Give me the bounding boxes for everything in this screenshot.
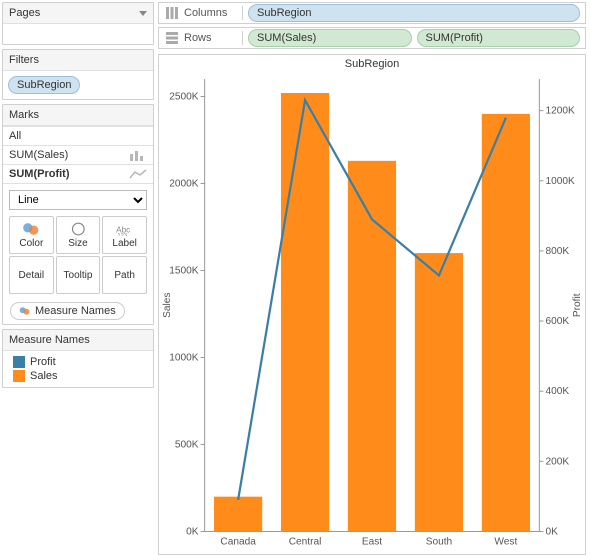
legend-item[interactable]: Profit	[7, 355, 149, 369]
filter-pill-subregion[interactable]: SubRegion	[8, 76, 80, 94]
marks-header[interactable]: Marks	[3, 105, 153, 126]
color-button[interactable]: Color	[9, 216, 54, 254]
label-icon: Abc123	[115, 222, 134, 236]
size-button[interactable]: Size	[56, 216, 101, 254]
svg-text:123: 123	[118, 233, 128, 236]
legend-header[interactable]: Measure Names	[3, 330, 153, 351]
path-button[interactable]: Path	[102, 256, 147, 294]
color-shelf-pill[interactable]: Measure Names	[10, 302, 125, 320]
svg-text:1000K: 1000K	[545, 176, 575, 187]
mark-type-select[interactable]: Line	[9, 190, 147, 210]
legend-label: Sales	[30, 370, 58, 382]
marks-all[interactable]: All	[3, 127, 153, 146]
svg-text:500K: 500K	[175, 440, 199, 451]
legend-body: Profit Sales	[3, 351, 153, 387]
svg-text:1000K: 1000K	[169, 353, 199, 364]
rows-pill-sales[interactable]: SUM(Sales)	[248, 29, 412, 47]
svg-text:Sales: Sales	[162, 293, 173, 318]
svg-text:Profit: Profit	[572, 293, 583, 317]
svg-text:2500K: 2500K	[169, 92, 199, 103]
svg-text:Central: Central	[289, 537, 322, 548]
svg-text:1200K: 1200K	[545, 106, 575, 117]
svg-text:Canada: Canada	[220, 537, 256, 548]
rows-pill-profit[interactable]: SUM(Profit)	[417, 29, 581, 47]
svg-text:400K: 400K	[545, 386, 569, 397]
svg-text:South: South	[426, 537, 452, 548]
pages-header[interactable]: Pages	[3, 3, 153, 24]
size-icon	[69, 222, 88, 236]
color-icon	[19, 306, 31, 316]
svg-text:0K: 0K	[545, 526, 558, 537]
pages-label: Pages	[9, 7, 40, 19]
bar-icon	[129, 149, 147, 161]
legend-swatch	[13, 370, 25, 382]
filters-header[interactable]: Filters	[3, 50, 153, 71]
legend-panel: Measure Names Profit Sales	[2, 329, 154, 388]
caret-down-icon	[139, 11, 147, 16]
svg-text:1500K: 1500K	[169, 266, 199, 277]
line-icon	[129, 168, 147, 180]
pages-panel: Pages	[2, 2, 154, 45]
color-icon	[22, 222, 41, 236]
legend-label: Profit	[30, 356, 56, 368]
svg-text:2000K: 2000K	[169, 179, 199, 190]
chart-plot: 0K 500K 1000K 1500K 2000K 2500K 0K 200K 400K 600K…	[159, 73, 585, 554]
filters-label: Filters	[9, 54, 39, 66]
chart-title: SubRegion	[159, 55, 585, 73]
tooltip-button[interactable]: Tooltip	[56, 256, 101, 294]
detail-button[interactable]: Detail	[9, 256, 54, 294]
marks-profit[interactable]: SUM(Profit)	[3, 165, 153, 184]
label-button[interactable]: Abc123 Label	[102, 216, 147, 254]
columns-pill-subregion[interactable]: SubRegion	[248, 4, 580, 22]
svg-text:800K: 800K	[545, 246, 569, 257]
svg-text:200K: 200K	[545, 456, 569, 467]
columns-shelf[interactable]: Columns SubRegion	[158, 2, 586, 24]
legend-swatch	[13, 356, 25, 368]
legend-item[interactable]: Sales	[7, 369, 149, 383]
svg-text:East: East	[362, 537, 382, 548]
marks-panel: Marks All SUM(Sales) SUM(Profit) Line Co	[2, 104, 154, 325]
filters-panel: Filters SubRegion	[2, 49, 154, 100]
rows-shelf[interactable]: Rows SUM(Sales) SUM(Profit)	[158, 27, 586, 49]
svg-text:600K: 600K	[545, 316, 569, 327]
chart-area: SubRegion 0K 500K 1000K 1500K 2000K 2500K 0K 20…	[158, 54, 586, 555]
rows-icon	[165, 31, 179, 45]
marks-label: Marks	[9, 109, 39, 121]
columns-icon	[165, 6, 179, 20]
svg-text:0K: 0K	[186, 526, 199, 537]
svg-text:West: West	[494, 537, 517, 548]
marks-sales[interactable]: SUM(Sales)	[3, 146, 153, 165]
